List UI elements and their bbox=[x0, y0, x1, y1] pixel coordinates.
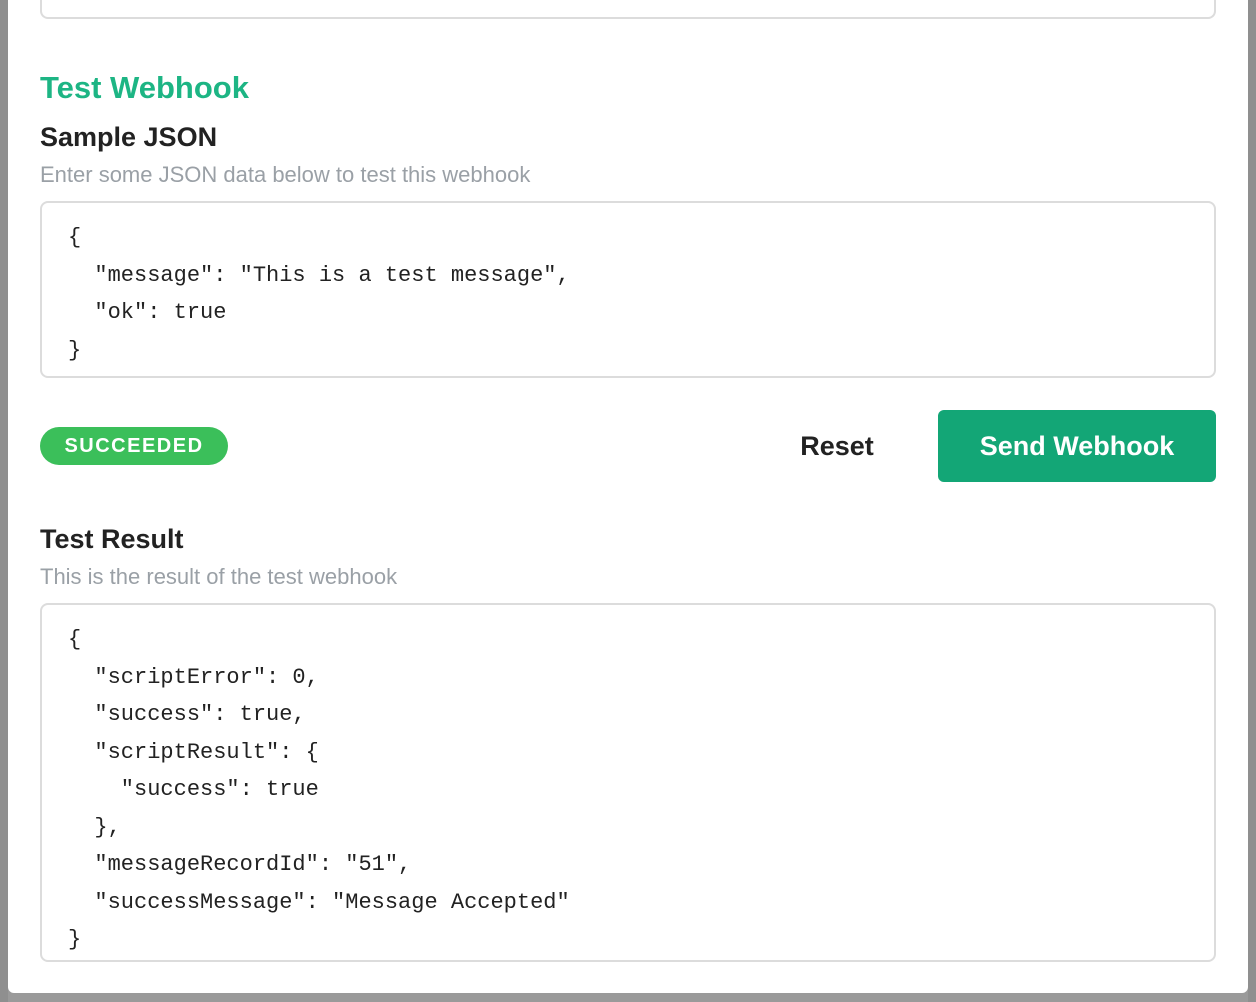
reset-button[interactable]: Reset bbox=[778, 410, 896, 482]
sample-json-editor[interactable]: { "message": "This is a test message", "… bbox=[40, 201, 1216, 378]
test-result-output: { "scriptError": 0, "success": true, "sc… bbox=[40, 603, 1216, 962]
test-result-label: Test Result bbox=[40, 524, 184, 554]
sample-json-help: Enter some JSON data below to test this … bbox=[40, 162, 531, 187]
section-title: Test Webhook bbox=[40, 70, 249, 105]
sample-json-label: Sample JSON bbox=[40, 122, 218, 152]
status-badge: SUCCEEDED bbox=[40, 427, 228, 465]
test-result-help: This is the result of the test webhook bbox=[40, 564, 398, 589]
modal-backdrop-right bbox=[1248, 0, 1256, 1002]
webhook-modal: Test Webhook Sample JSON Enter some JSON… bbox=[8, 0, 1248, 993]
previous-field-box bbox=[40, 0, 1216, 19]
send-webhook-button[interactable]: Send Webhook bbox=[938, 410, 1216, 482]
modal-backdrop-left bbox=[0, 0, 8, 1002]
